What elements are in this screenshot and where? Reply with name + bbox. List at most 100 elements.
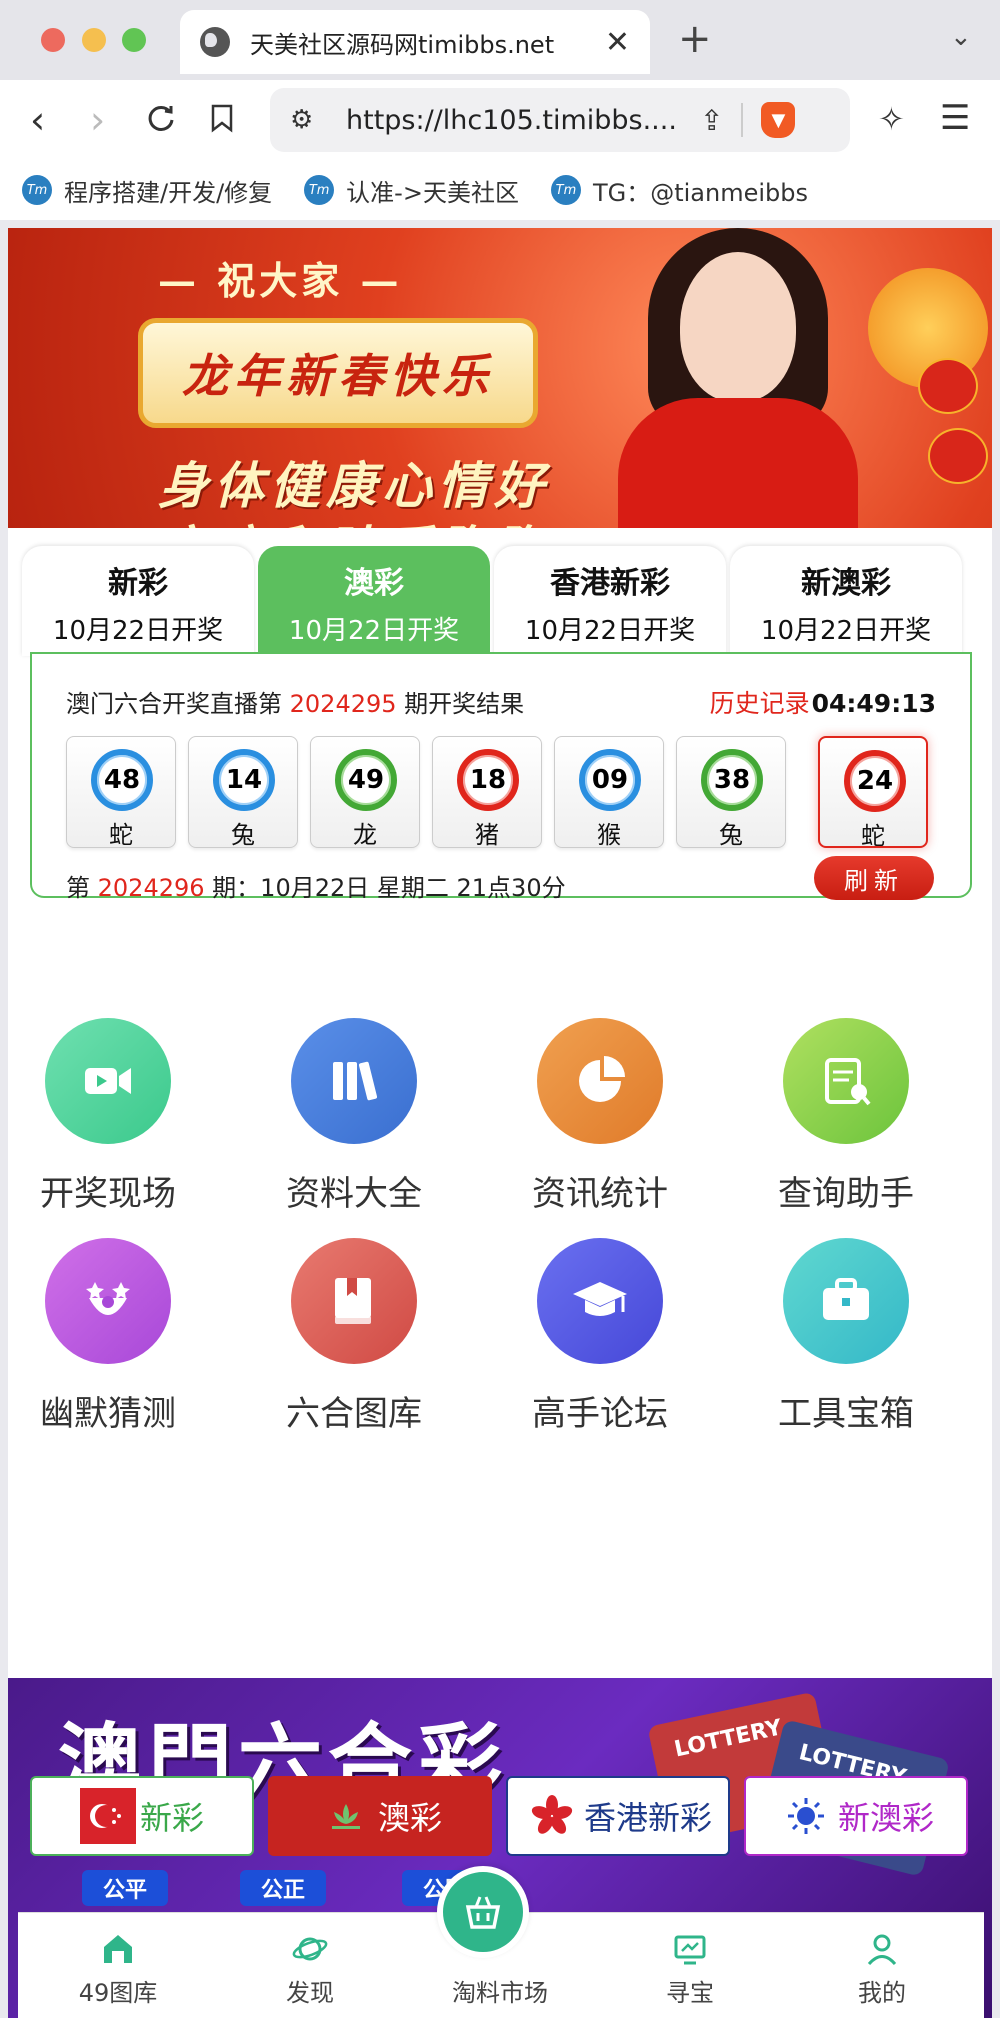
bookmark-item[interactable]: Tm 认准->天美社区: [304, 173, 519, 208]
lottery-ball: 48: [91, 749, 153, 811]
site-settings-icon[interactable]: ⚙: [290, 105, 320, 135]
special-lottery-ball: 24: [844, 750, 906, 812]
tab-xinaocai[interactable]: 新澳彩 10月22日开奖: [730, 546, 962, 656]
sun-flag-icon: [778, 1788, 834, 1844]
grid-item-label: 六合图库: [286, 1394, 422, 1434]
lantern-image: [928, 428, 988, 484]
grid-item-label: 工具宝箱: [778, 1394, 914, 1434]
ball-card: 48 蛇: [66, 736, 176, 849]
sparkle-ai-icon[interactable]: ✧: [878, 100, 905, 138]
bookmark-icon[interactable]: [210, 98, 234, 142]
grid-item-label: 查询助手: [778, 1174, 914, 1214]
new-year-banner[interactable]: — 祝大家 — 龙年新春快乐 身体健康心情好 家庭和睦乐陶陶: [8, 228, 992, 528]
zoom-window-button[interactable]: [122, 28, 146, 52]
clown-face-icon: [45, 1238, 171, 1364]
nav-item-treasure[interactable]: 寻宝: [620, 1929, 760, 2008]
zodiac-label: 兔: [719, 821, 743, 849]
url-text[interactable]: https://lhc105.timibbs....: [346, 105, 676, 136]
video-camera-icon: [45, 1018, 171, 1144]
banner-greeting-top: — 祝大家 —: [158, 258, 403, 303]
nav-item-mine[interactable]: 我的: [812, 1929, 952, 2008]
chevron-down-icon[interactable]: ⌄: [950, 22, 972, 52]
bookmark-item[interactable]: Tm TG：@tianmeibbs: [550, 173, 808, 208]
grid-item-statistics[interactable]: 资讯统计: [500, 1018, 700, 1215]
books-icon: [291, 1018, 417, 1144]
promo-tab-hongkong[interactable]: 香港新彩: [506, 1776, 730, 1856]
url-field[interactable]: ⚙ https://lhc105.timibbs.... ⇪ ▼: [270, 88, 850, 152]
grid-item-label: 开奖现场: [40, 1174, 176, 1214]
monitor-icon: [670, 1929, 710, 1969]
forward-icon[interactable]: ›: [90, 98, 105, 142]
address-bar: ‹ › ⚙ https://lhc105.timibbs.... ⇪ ▼ ✧ ☰: [0, 80, 1000, 160]
reload-icon[interactable]: [146, 98, 176, 142]
ball-card: 38 兔: [676, 736, 786, 849]
lottery-ball: 49: [335, 749, 397, 811]
separator: [741, 103, 744, 137]
banner-greeting-main: 龙年新春快乐: [182, 349, 494, 403]
promo-tab-xincai[interactable]: 新彩: [30, 1776, 254, 1856]
share-icon[interactable]: ⇪: [700, 104, 723, 137]
bookmark-item[interactable]: Tm 程序搭建/开发/修复: [22, 173, 272, 208]
browser-tab[interactable]: 天美社区源码网timibbs.net ✕: [180, 10, 650, 74]
fair-badge: 公平: [82, 1870, 168, 1906]
ball-card: 18 猪: [432, 736, 542, 849]
banner-greeting-sub2: 家庭和睦乐陶陶: [158, 510, 550, 528]
history-link[interactable]: 历史记录: [710, 689, 810, 718]
lottery-ball: 14: [213, 749, 275, 811]
minimize-window-button[interactable]: [82, 28, 106, 52]
briefcase-icon: [783, 1238, 909, 1364]
grid-item-query[interactable]: 查询助手: [746, 1018, 946, 1215]
grid-item-label: 资料大全: [286, 1174, 422, 1214]
refresh-button[interactable]: 刷新: [814, 856, 934, 900]
grid-item-label: 高手论坛: [532, 1394, 668, 1434]
banner-greeting-sub: 身体健康心情好: [158, 456, 550, 515]
bookmark-book-icon: [291, 1238, 417, 1364]
tab-aocai[interactable]: 澳彩 10月22日开奖: [258, 546, 490, 656]
history-area: 历史记录04:49:13: [710, 684, 936, 720]
pie-chart-icon: [537, 1018, 663, 1144]
draw-heading: 澳门六合开奖直播第 2024295 期开奖结果: [66, 690, 525, 718]
lottery-ball: 38: [701, 749, 763, 811]
web-page: — 祝大家 — 龙年新春快乐 身体健康心情好 家庭和睦乐陶陶 新彩 10月22日…: [8, 228, 992, 2018]
zodiac-label: 猪: [475, 821, 499, 849]
grid-item-gallery[interactable]: 六合图库: [254, 1238, 454, 1435]
close-tab-icon[interactable]: ✕: [605, 25, 630, 60]
user-icon: [862, 1929, 902, 1969]
tab-xincai[interactable]: 新彩 10月22日开奖: [22, 546, 254, 656]
next-draw-info: 第 2024296 期：10月22日 星期二 21点30分: [66, 874, 566, 902]
grid-item-forum[interactable]: 高手论坛: [500, 1238, 700, 1435]
grid-item-humor[interactable]: 幽默猜测: [8, 1238, 208, 1435]
draw-result-panel: 澳门六合开奖直播第 2024295 期开奖结果 历史记录04:49:13 48 …: [30, 652, 972, 902]
singapore-flag-icon: [79, 1788, 136, 1844]
nav-item-gallery[interactable]: 49图库: [48, 1929, 188, 2008]
planet-icon: [290, 1929, 330, 1969]
grid-item-toolbox[interactable]: 工具宝箱: [746, 1238, 946, 1435]
bookmarks-bar: Tm 程序搭建/开发/修复 Tm 认准->天美社区 Tm TG：@tianmeibbs: [0, 160, 1000, 220]
banner-model-image: [608, 228, 868, 528]
nav-item-discover[interactable]: 发现: [240, 1929, 380, 2008]
ball-card: 49 龙: [310, 736, 420, 849]
just-badge: 公正: [240, 1870, 326, 1906]
grid-item-data[interactable]: 资料大全: [254, 1018, 454, 1215]
countdown-clock: 04:49:13: [811, 689, 936, 718]
grid-item-label: 资讯统计: [532, 1174, 668, 1214]
tab-title: 天美社区源码网timibbs.net: [250, 30, 555, 59]
promo-tab-xinaocai[interactable]: 新澳彩: [744, 1776, 968, 1856]
brave-shield-icon[interactable]: ▼: [761, 102, 796, 138]
hamburger-menu-icon[interactable]: ☰: [940, 98, 970, 138]
special-ball-card: 24 蛇: [818, 736, 928, 850]
grid-item-live-draw[interactable]: 开奖现场: [8, 1018, 208, 1215]
ball-card: 14 兔: [188, 736, 298, 849]
lottery-ball: 18: [457, 749, 519, 811]
lottery-tabs: 新彩 10月22日开奖 澳彩 10月22日开奖 香港新彩 10月22日开奖 新澳…: [22, 546, 978, 656]
tab-hongkong-xincai[interactable]: 香港新彩 10月22日开奖: [494, 546, 726, 656]
back-icon[interactable]: ‹: [30, 98, 45, 142]
graduation-cap-icon: [537, 1238, 663, 1364]
promo-tab-aocai[interactable]: 澳彩: [268, 1776, 492, 1856]
close-window-button[interactable]: [41, 28, 65, 52]
basket-icon[interactable]: [437, 1866, 529, 1958]
bauhinia-icon: [524, 1788, 580, 1844]
globe-icon: [200, 27, 230, 57]
ball-card: 09 猴: [554, 736, 664, 849]
new-tab-button[interactable]: +: [678, 16, 712, 62]
